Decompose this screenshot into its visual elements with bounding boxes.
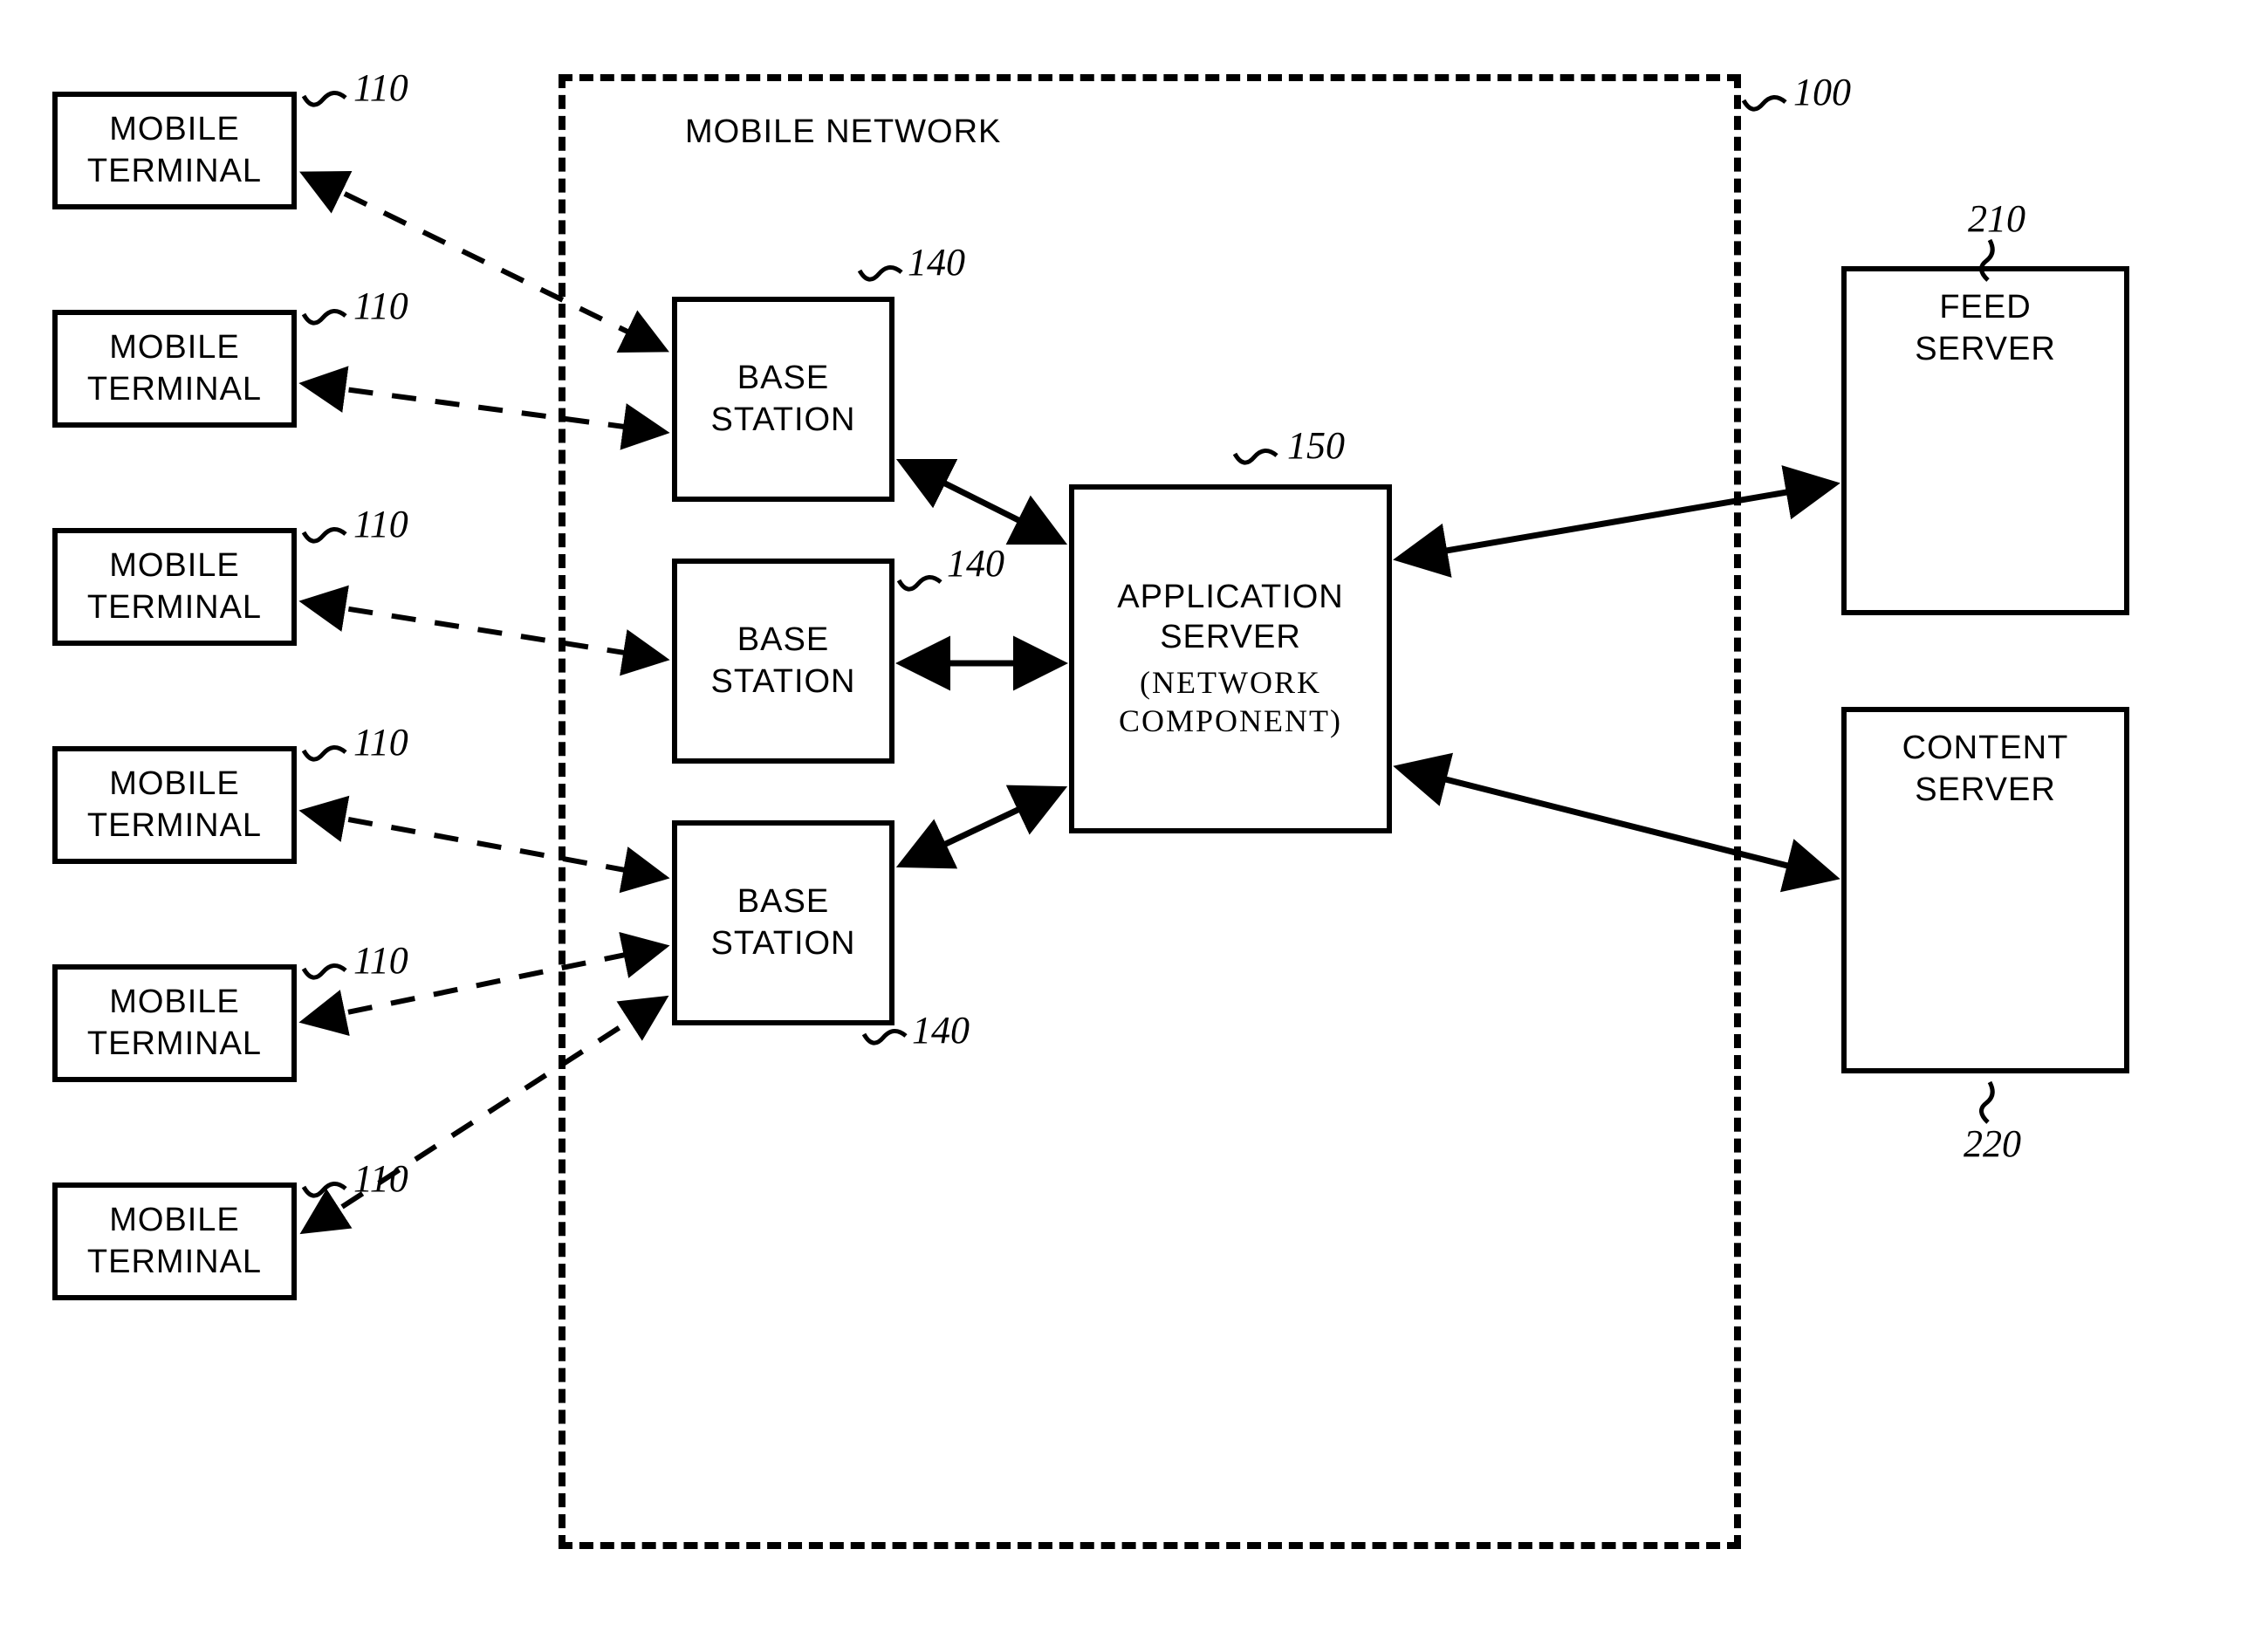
mobile-terminal-2: MOBILE TERMINAL [52, 310, 297, 428]
ref-contentserver: 220 [1964, 1121, 2021, 1166]
app-server-subtitle: (NETWORK COMPONENT) [1119, 664, 1342, 739]
ref-bs2: 140 [947, 541, 1004, 586]
ref-bs3: 140 [912, 1008, 970, 1052]
content-server: CONTENT SERVER [1841, 707, 2129, 1073]
ref-appserver: 150 [1287, 423, 1345, 468]
ref-mt5: 110 [353, 938, 408, 983]
ref-mt2: 110 [353, 284, 408, 328]
mobile-terminal-1: MOBILE TERMINAL [52, 92, 297, 209]
mobile-terminal-6: MOBILE TERMINAL [52, 1182, 297, 1300]
app-server-label: APPLICATION SERVER [1117, 578, 1343, 657]
mobile-terminal-3: MOBILE TERMINAL [52, 528, 297, 646]
ref-100: 100 [1793, 70, 1851, 114]
ref-mt4: 110 [353, 720, 408, 764]
mobile-terminal-5: MOBILE TERMINAL [52, 964, 297, 1082]
base-station-1: BASE STATION [672, 297, 894, 502]
ref-mt3: 110 [353, 502, 408, 546]
base-station-2: BASE STATION [672, 559, 894, 764]
mobile-terminal-4: MOBILE TERMINAL [52, 746, 297, 864]
application-server: APPLICATION SERVER (NETWORK COMPONENT) [1069, 484, 1392, 833]
ref-mt1: 110 [353, 65, 408, 110]
feed-server: FEED SERVER [1841, 266, 2129, 615]
ref-mt6: 110 [353, 1156, 408, 1201]
base-station-3: BASE STATION [672, 820, 894, 1025]
mobile-network-title: MOBILE NETWORK [685, 113, 1001, 151]
ref-feedserver: 210 [1968, 196, 2025, 241]
ref-bs1: 140 [908, 240, 965, 284]
